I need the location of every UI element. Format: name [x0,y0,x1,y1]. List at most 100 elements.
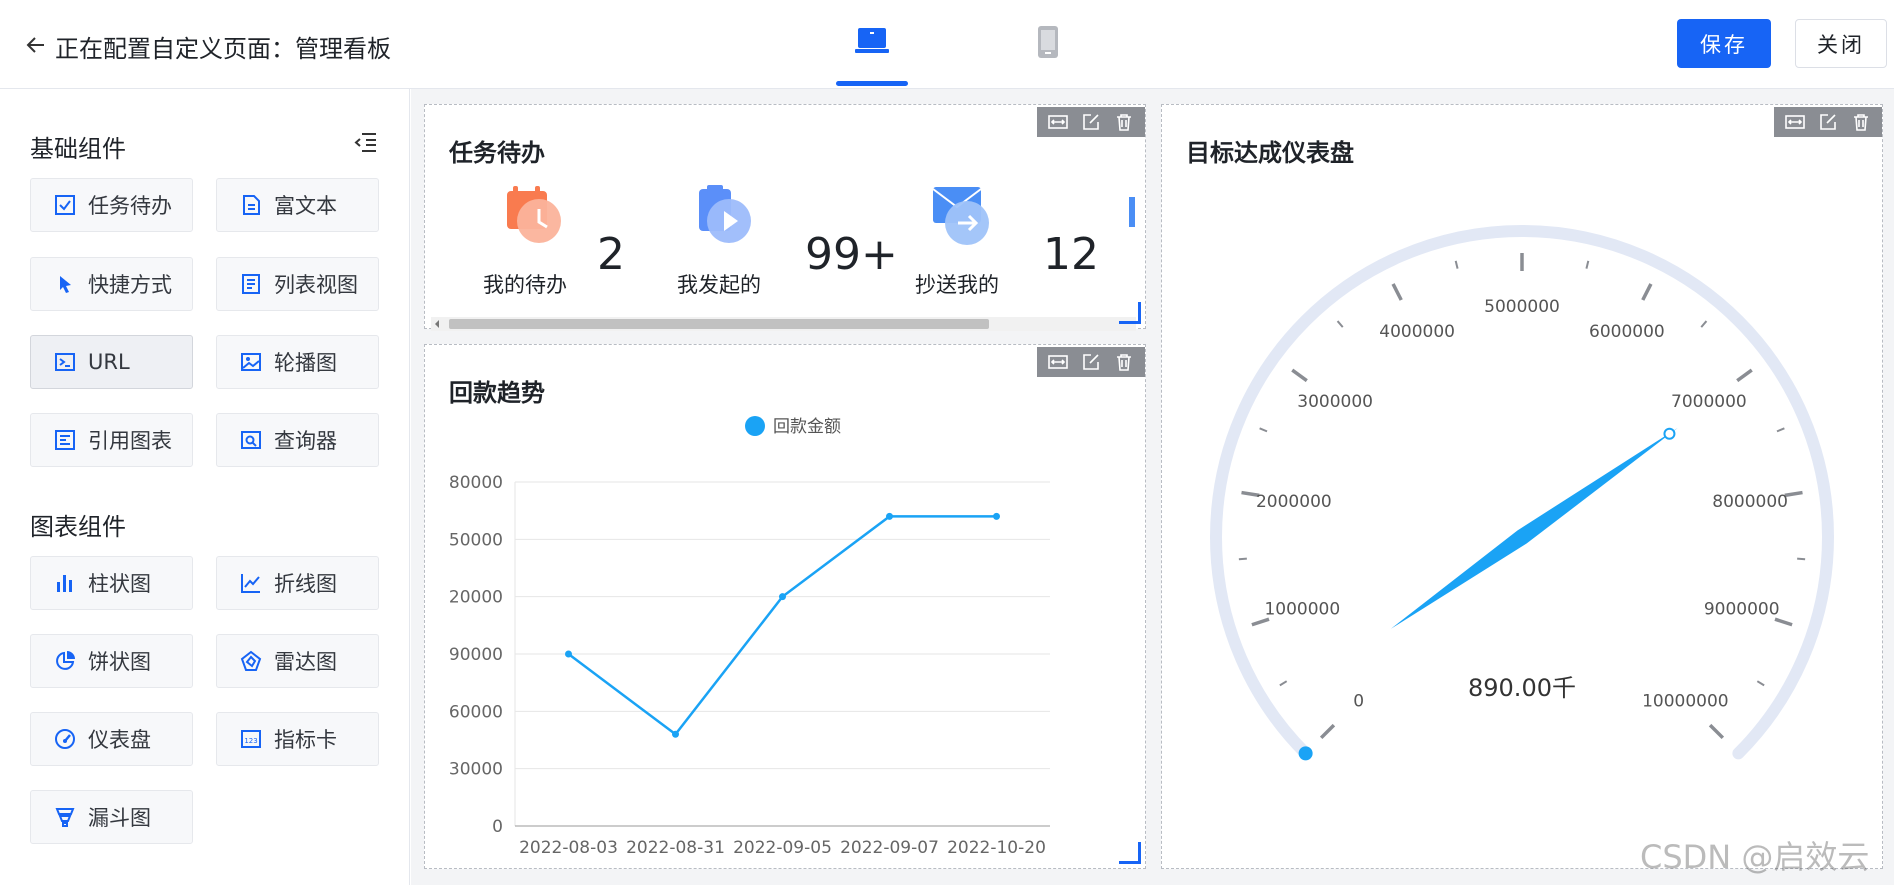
gauge-tick-label: 2000000 [1256,492,1332,512]
gauge-needle-cap [1663,427,1676,440]
collapse-sidebar-icon[interactable] [352,129,378,155]
gauge-tick [1774,617,1793,627]
todo-item-mine[interactable]: 我的待办 [483,183,567,297]
data-point [779,593,786,601]
gauge-tick [1708,723,1725,740]
edit-icon[interactable] [1079,350,1103,374]
clipboard-play-icon [693,183,761,251]
gauge-tick [1641,283,1653,301]
delete-icon[interactable] [1112,110,1136,134]
comp-task-todo[interactable]: 任务待办 [30,178,193,232]
comp-rich-text[interactable]: 富文本 [216,178,379,232]
gauge-tick-label: 6000000 [1589,322,1665,342]
gauge-tick-label: 3000000 [1297,392,1373,412]
widget-toolbar [1037,347,1145,377]
comp-shortcut[interactable]: 快捷方式 [30,257,193,311]
image-icon [239,350,263,374]
cursor-icon [53,272,77,296]
x-tick-label: 2022-10-20 [947,838,1046,858]
tab-mobile[interactable] [1012,24,1084,86]
gauge-tick [1700,320,1708,328]
back-button[interactable] [24,30,48,60]
edit-icon[interactable] [1079,110,1103,134]
widget-payment-trend[interactable]: 回款趋势 回款金额 0 30000 60000 90000 20000 50000 80000… [424,344,1146,869]
series-line [567,515,997,737]
expand-width-icon[interactable] [1046,350,1070,374]
resize-handle[interactable] [1119,842,1141,864]
comp-carousel[interactable]: 轮播图 [216,335,379,389]
gauge-tick [1454,260,1459,269]
top-bar: 正在配置自定义页面：管理看板 保存 关闭 [0,0,1894,89]
comp-pie-chart[interactable]: 饼状图 [30,634,193,688]
expand-width-icon[interactable] [1783,110,1807,134]
scrollbar-thumb[interactable] [449,319,989,329]
section-title-basic: 基础组件 [30,135,126,163]
x-tick-label: 2022-09-05 [733,838,832,858]
y-tick-label: 90000 [449,645,503,665]
gauge-tick [1736,368,1753,383]
comp-query[interactable]: 查询器 [216,413,379,467]
mobile-icon [1038,26,1058,58]
page-title: 正在配置自定义页面：管理看板 [55,35,391,63]
y-tick-label: 20000 [449,588,503,608]
edit-icon[interactable] [1816,110,1840,134]
save-button[interactable]: 保存 [1677,19,1771,68]
gauge-progress [1298,746,1313,761]
gauge-tick [1391,283,1403,301]
close-button[interactable]: 关闭 [1795,19,1887,68]
todo-count-cc: 12 [1043,229,1099,280]
line-chart: 回款金额 0 30000 60000 90000 20000 50000 80000 2022-… [449,416,1050,858]
gauge-tick-label: 10000000 [1642,691,1729,711]
comp-chart-reference[interactable]: 引用图表 [30,413,193,467]
widget-toolbar [1037,107,1145,137]
comp-funnel-chart[interactable]: 漏斗图 [30,790,193,844]
comp-list-view[interactable]: 列表视图 [216,257,379,311]
comp-radar-chart[interactable]: 雷达图 [216,634,379,688]
comp-gauge[interactable]: 仪表盘 [30,712,193,766]
calendar-clock-icon [499,183,567,251]
expand-width-icon[interactable] [1046,110,1070,134]
todo-item-initiated[interactable]: 我发起的 [677,183,761,297]
tab-desktop[interactable] [836,24,908,86]
radar-chart-icon [239,649,263,673]
delete-icon[interactable] [1112,350,1136,374]
comp-line-chart[interactable]: 折线图 [216,556,379,610]
terminal-icon [53,350,77,374]
funnel-icon [53,805,77,829]
comp-url[interactable]: URL [30,335,193,389]
gauge-tick [1585,260,1590,269]
gauge-icon [53,727,77,751]
todo-item-clipped[interactable]: 我 [1129,183,1145,251]
delete-icon[interactable] [1849,110,1873,134]
gauge-tick-label: 9000000 [1704,599,1780,619]
legend-label: 回款金额 [773,417,841,437]
document-icon [239,193,263,217]
resize-handle[interactable] [1119,302,1141,324]
legend-marker [745,416,765,436]
gauge-tick [1279,680,1288,687]
gauge-tick [1797,557,1806,561]
data-point [565,650,572,658]
y-tick-label: 60000 [449,702,503,722]
x-tick-label: 2022-09-07 [840,838,939,858]
gauge-tick [1319,723,1336,740]
horizontal-scrollbar[interactable] [431,317,1136,331]
csdn-watermark: CSDN @启效云 [1640,838,1870,876]
gauge-tick [1776,427,1785,433]
todo-item-cc[interactable]: 抄送我的 [915,183,999,297]
comp-metric-card[interactable]: 123 指标卡 [216,712,379,766]
todo-count-mine: 2 [597,229,625,280]
todo-count-initiated: 99+ [805,229,898,280]
widget-task-todo[interactable]: 任务待办 我的待办 2 我发起的 99+ 抄送我的 12 [424,104,1146,331]
bar-chart-icon [53,571,77,595]
pie-chart-icon [53,649,77,673]
gauge-tick [1756,680,1765,687]
widget-goal-gauge[interactable]: 目标达成仪表盘 0 1000000 2000000 3000000 4000000 500… [1161,104,1883,869]
mail-forward-icon [931,183,999,251]
comp-bar-chart[interactable]: 柱状图 [30,556,193,610]
scroll-left-arrow-icon[interactable] [433,320,441,328]
metric-card-icon: 123 [239,727,263,751]
widget-toolbar [1774,107,1882,137]
gauge-tick-label: 5000000 [1484,297,1560,317]
gauge-tick [1251,617,1270,627]
